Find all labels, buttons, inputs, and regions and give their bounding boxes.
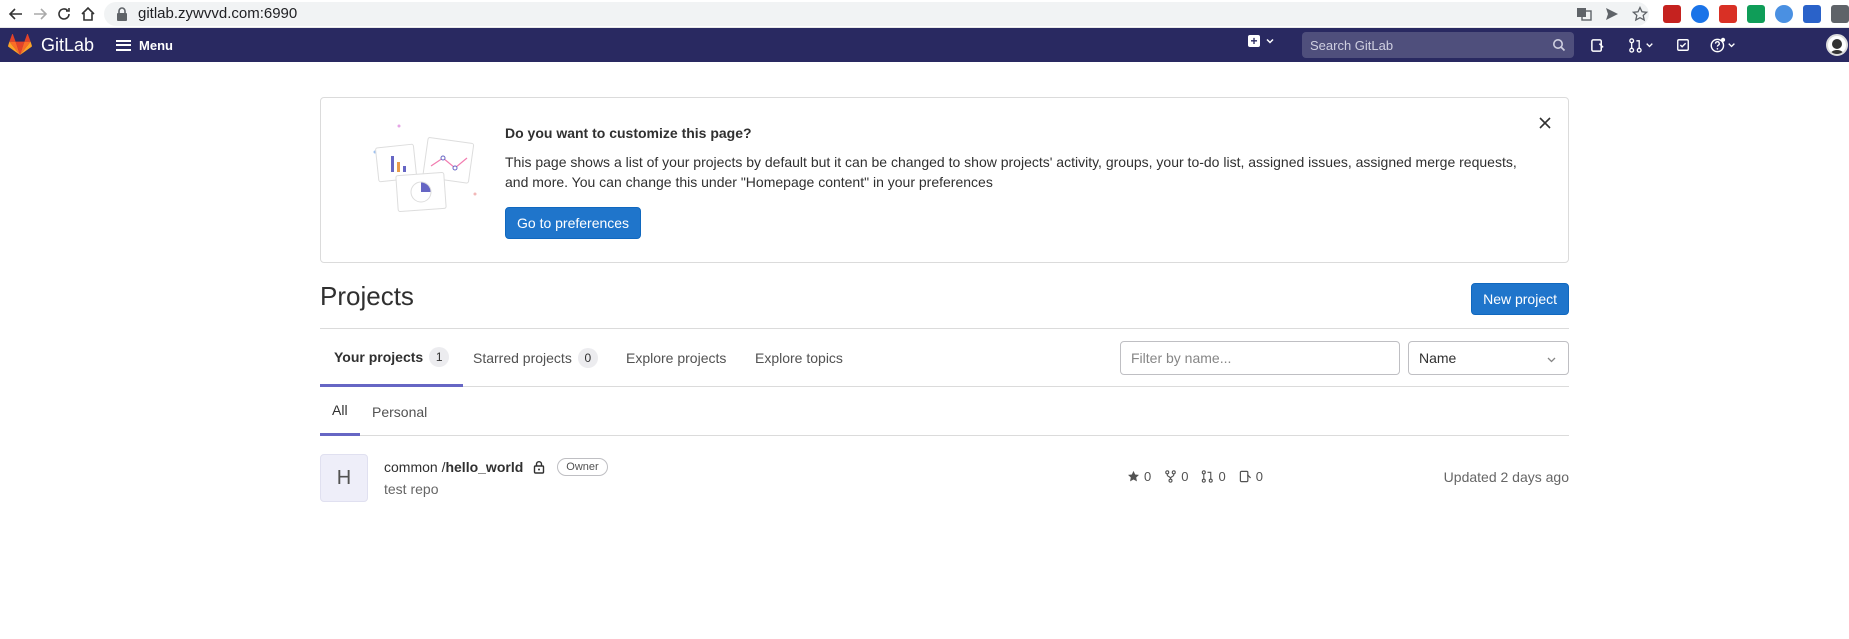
browser-toolbar: gitlab.zywvvd.com:6990 [0,0,1849,28]
user-avatar[interactable] [1826,34,1848,56]
address-bar[interactable]: gitlab.zywvvd.com:6990 [104,1,1649,26]
menu-button[interactable]: Menu [116,38,173,53]
merge-requests-icon[interactable] [1625,35,1659,55]
extensions-bar [1663,4,1849,23]
tab-explore-projects[interactable]: Explore projects [626,329,726,387]
issues-value: 0 [1255,469,1263,484]
tab-label: Your projects [334,348,424,365]
send-icon[interactable] [1603,5,1621,23]
bookmark-star-icon[interactable] [1631,5,1649,23]
page-title: Projects [320,281,414,311]
project-namespace[interactable]: common / [384,459,445,475]
project-scope-tabs: All Personal [320,387,1569,436]
count-badge: 0 [577,348,598,368]
issues-count[interactable]: 0 [1239,469,1263,484]
search-placeholder: Search GitLab [1310,37,1394,53]
search-icon [1553,39,1566,52]
main-content: Do you want to customize this page? This… [320,97,1569,514]
gitlab-header: GitLab Menu + Search GitLab [0,28,1849,62]
project-name-link[interactable]: hello_world [445,459,523,475]
url-text: gitlab.zywvvd.com:6990 [138,5,298,22]
chevron-down-icon [1266,38,1274,44]
d-extension-icon[interactable] [1747,4,1765,23]
go-to-preferences-button[interactable]: Go to preferences [505,207,642,239]
merge-request-icon [1202,470,1214,483]
merge-requests-count[interactable]: 0 [1201,469,1226,484]
hamburger-icon [116,39,132,51]
create-new-dropdown[interactable]: + [1248,35,1274,47]
subtab-personal[interactable]: Personal [372,387,427,436]
callout-title: Do you want to customize this page? [505,125,752,141]
gitlab-logo-text: GitLab [41,34,95,55]
customize-illustration [373,124,477,212]
stars-count[interactable]: 0 [1127,469,1151,484]
star-icon [1128,470,1139,482]
back-icon[interactable] [8,2,24,26]
updated-timestamp: Updated 2 days ago [1443,469,1569,485]
gitlab-home-link[interactable]: GitLab [8,34,94,56]
puzzle-extension-icon[interactable] [1831,4,1849,23]
issues-icon [1239,470,1251,483]
check-extension-icon[interactable] [1775,4,1793,23]
reload-icon[interactable] [56,2,72,26]
sort-dropdown[interactable]: Name [1408,341,1569,375]
chevron-down-icon [1547,357,1556,363]
plus-square-icon: + [1248,35,1260,47]
project-avatar[interactable]: H [320,454,368,502]
m-extension-icon[interactable] [1719,4,1737,23]
project-description: test repo [384,481,439,497]
fork-icon [1165,470,1177,483]
customize-homepage-callout: Do you want to customize this page? This… [320,97,1569,263]
todos-icon[interactable] [1673,35,1693,55]
tab-label: Explore topics [755,350,843,366]
lock-icon [534,461,545,474]
tab-your-projects[interactable]: Your projects 1 [320,329,464,387]
pdf-extension-icon[interactable] [1663,4,1681,23]
help-icon[interactable] [1707,35,1741,55]
search-input[interactable]: Search GitLab [1302,32,1574,58]
project-title: common / hello_world Owner [384,458,608,476]
project-stats: 0 0 0 0 [1127,469,1276,484]
translate-icon[interactable] [1575,5,1593,23]
bird-extension-icon[interactable] [1803,4,1821,23]
menu-label: Menu [139,37,173,53]
new-project-button[interactable]: New project [1471,283,1569,315]
close-icon[interactable] [1538,116,1552,130]
home-icon[interactable] [80,2,96,26]
tab-starred-projects[interactable]: Starred projects 0 [473,329,598,387]
merge-requests-value: 0 [1218,469,1226,484]
forward-icon[interactable] [32,2,48,26]
projects-tabs: Your projects 1 Starred projects 0 Explo… [320,329,1569,387]
tab-label: Explore projects [626,350,727,366]
tab-explore-topics[interactable]: Explore topics [755,329,843,387]
count-badge: 1 [429,346,450,367]
issues-icon[interactable] [1587,35,1607,55]
forks-value: 0 [1181,469,1189,484]
filter-placeholder: Filter by name... [1131,350,1232,366]
projects-header: Projects New project [320,263,1569,329]
gitlab-logo-icon [8,34,32,55]
project-row[interactable]: H common / hello_world Owner test repo 0… [320,436,1569,514]
sort-value: Name [1419,350,1457,366]
header-actions [1587,35,1741,55]
tab-label: Starred projects [473,350,572,366]
subtab-all[interactable]: All [320,387,360,436]
filter-by-name-input[interactable]: Filter by name... [1120,341,1400,375]
forks-count[interactable]: 0 [1164,469,1188,484]
lock-icon [117,6,127,21]
role-badge: Owner [557,458,608,476]
callout-body: This page shows a list of your projects … [505,154,1517,190]
stars-value: 0 [1144,469,1152,484]
graduation-cap-extension-icon[interactable] [1691,4,1709,23]
